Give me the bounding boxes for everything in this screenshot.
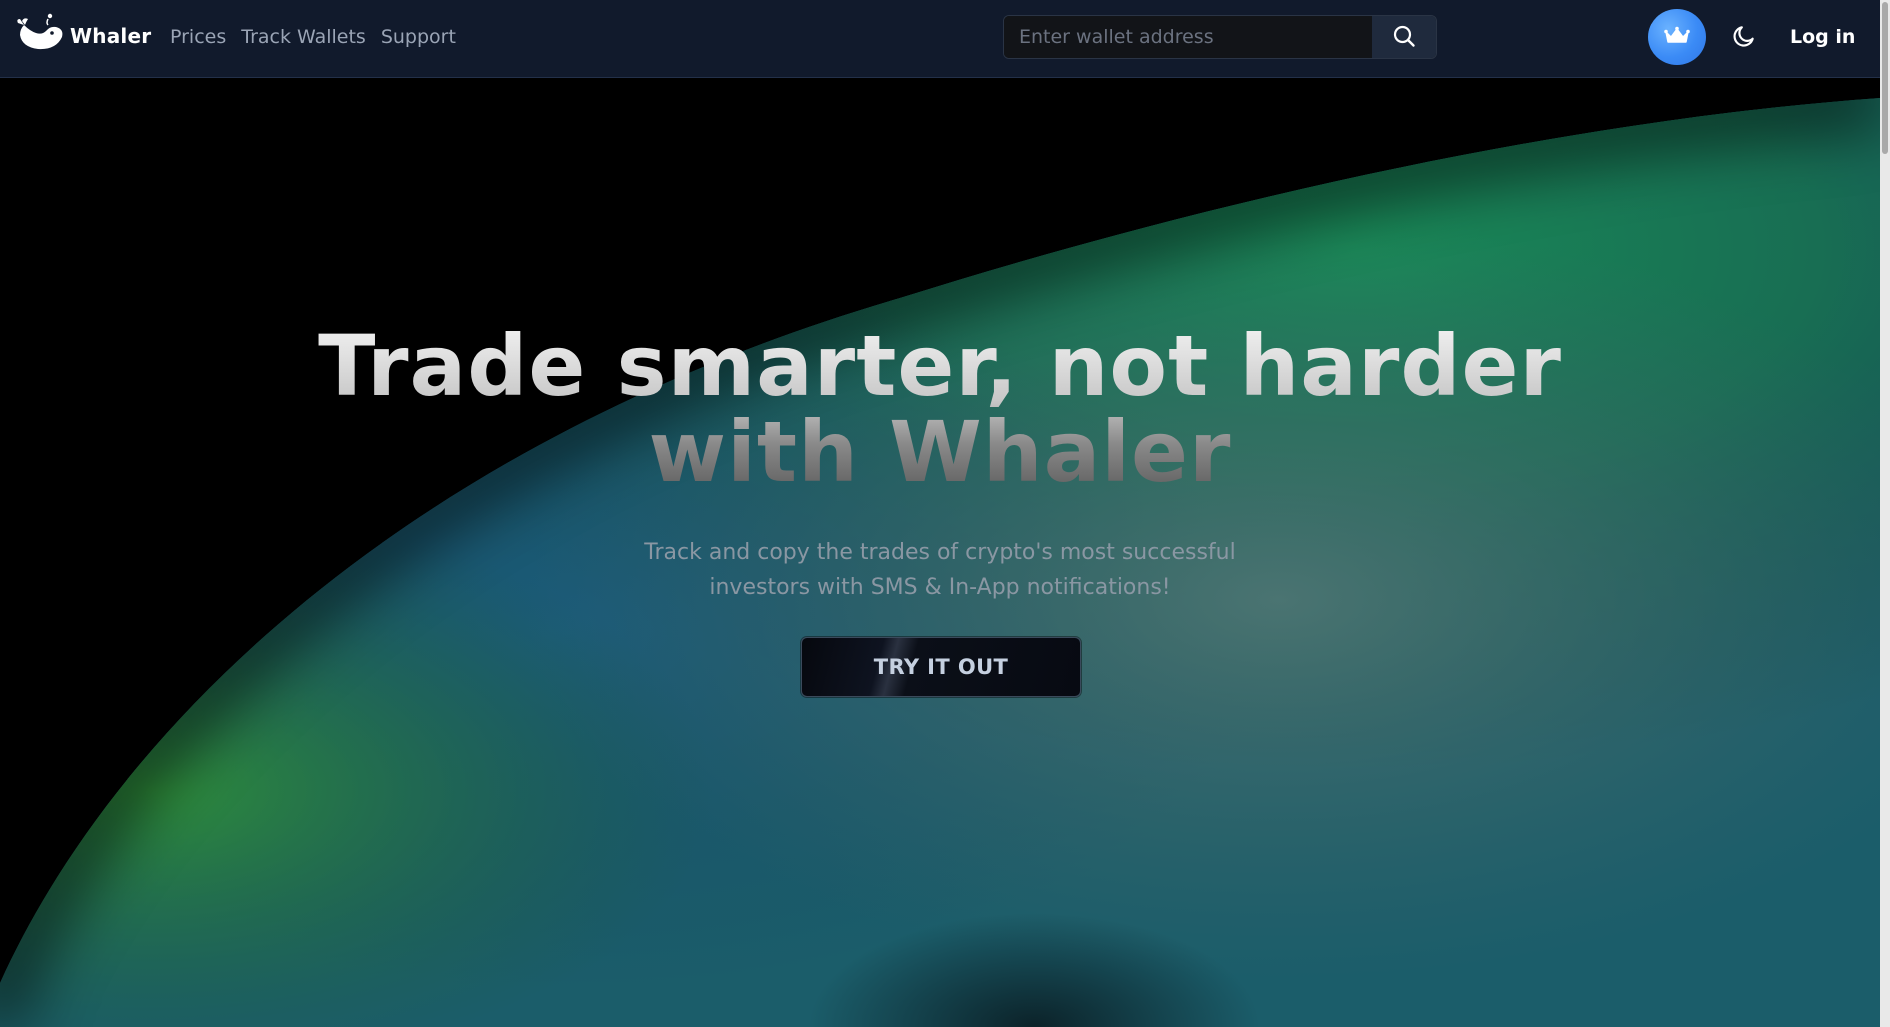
hero-subtitle: Track and copy the trades of crypto's mo… [600,535,1280,605]
moon-icon [1731,23,1757,52]
premium-button[interactable] [1648,9,1706,65]
scrollbar-thumb[interactable] [1882,2,1888,154]
search-button[interactable] [1372,16,1436,58]
whale-icon [12,13,66,59]
search-icon [1392,24,1416,51]
page: Whaler Prices Track Wallets Support Ente… [0,0,1890,1027]
main-nav: Prices Track Wallets Support [170,0,471,74]
top-navbar: Whaler Prices Track Wallets Support Ente… [0,0,1880,78]
wallet-address-input[interactable] [1004,16,1372,58]
hero-subtitle-line-2: investors with SMS & In-App notification… [709,575,1171,600]
brand-logo[interactable]: Whaler [12,10,151,62]
hero-subtitle-line-1: Track and copy the trades of crypto's mo… [644,540,1236,565]
hero-title-line-2: with Whaler [648,403,1232,501]
login-button[interactable]: Log in [1790,20,1855,54]
hero-title: Trade smarter, not harder with Whaler [0,323,1880,495]
theme-toggle-button[interactable] [1726,18,1762,56]
hero-title-line-1: Trade smarter, not harder [318,317,1562,415]
page-scrollbar[interactable] [1880,0,1890,1027]
crown-icon [1664,26,1690,49]
wallet-search [1003,15,1437,59]
nav-link-support[interactable]: Support [381,26,456,48]
try-it-out-button[interactable]: TRY IT OUT [801,637,1081,697]
nav-link-track-wallets[interactable]: Track Wallets [241,26,366,48]
nav-link-prices[interactable]: Prices [170,26,226,48]
hero-section: Trade smarter, not harder with Whaler Tr… [0,78,1880,1027]
brand-name: Whaler [70,24,152,48]
